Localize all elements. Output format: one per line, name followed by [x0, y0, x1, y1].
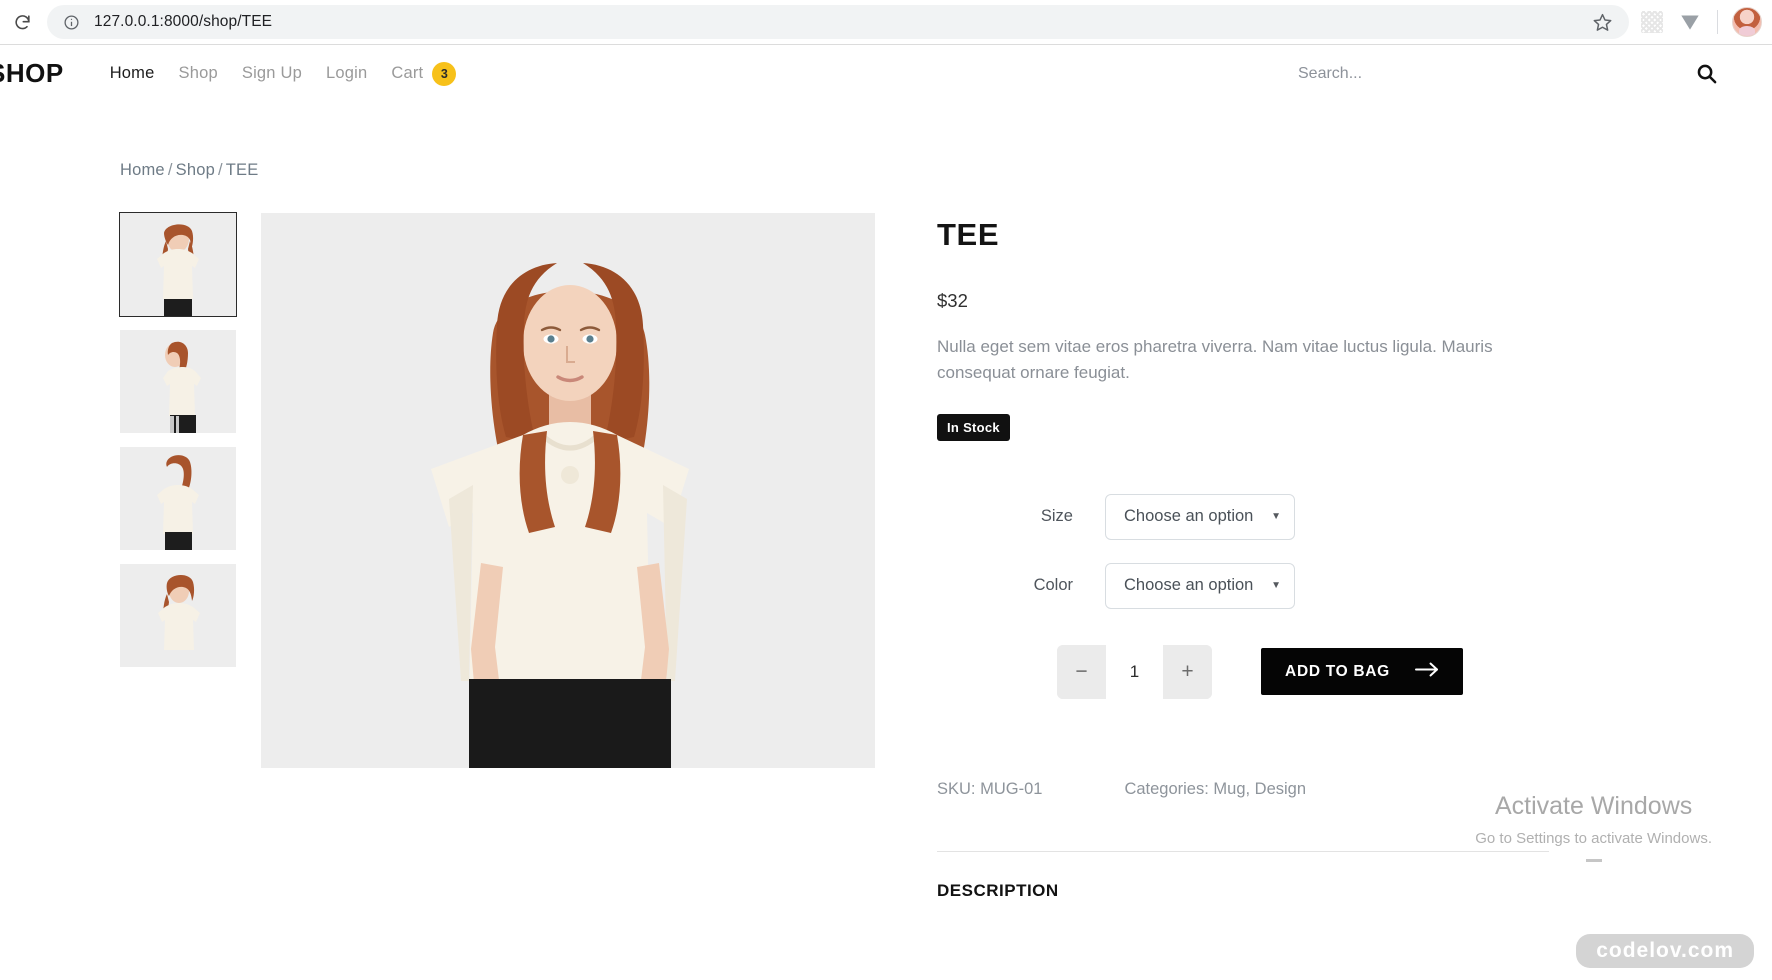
product-short-description: Nulla eget sem vitae eros pharetra viver… — [937, 337, 1493, 383]
reload-icon[interactable] — [5, 5, 39, 39]
add-to-bag-label: ADD TO BAG — [1285, 662, 1390, 680]
breadcrumb-shop[interactable]: Shop — [176, 161, 215, 179]
browser-toolbar: 127.0.0.1:8000/shop/TEE — [0, 0, 1772, 45]
arrow-right-icon — [1414, 662, 1439, 682]
size-select-value: Choose an option — [1124, 507, 1254, 526]
nav-item-login[interactable]: Login — [326, 64, 367, 83]
product-thumb-image-front — [120, 213, 236, 316]
search-button[interactable] — [1670, 54, 1742, 94]
product-categories[interactable]: Categories: Mug, Design — [1124, 780, 1306, 799]
toolbar-divider — [1717, 10, 1718, 34]
cart-label: Cart — [391, 64, 424, 82]
size-select[interactable]: Choose an option ▼ — [1105, 493, 1295, 540]
add-to-bag-button[interactable]: ADD TO BAG — [1261, 648, 1463, 696]
cart-count-badge: 3 — [432, 61, 457, 86]
page-content: Home / Shop / TEE TEE $32 Nulla eget sem… — [0, 101, 1772, 901]
product-meta: SKU: MUG-01 Categories: Mug, Design — [937, 780, 1557, 799]
variation-label-size: Size — [1040, 507, 1073, 526]
quantity-increase-button[interactable]: + — [1163, 644, 1212, 699]
breadcrumb: Home / Shop / TEE — [120, 161, 1772, 180]
product-sku: SKU: MUG-01 — [937, 779, 1043, 798]
section-divider — [937, 850, 1549, 852]
variation-row-size: Size Choose an option ▼ — [937, 493, 1557, 540]
chevron-down-icon[interactable] — [1677, 9, 1703, 35]
site-header: SHOP Home Shop Sign Up Login Cart 3 — [0, 46, 1772, 101]
site-logo[interactable]: SHOP — [0, 58, 64, 89]
product-thumb-image-angle — [120, 564, 236, 667]
product-main-image[interactable] — [261, 213, 875, 768]
product-thumb-image-back — [120, 447, 236, 550]
purchase-controls: − + ADD TO BAG — [1057, 644, 1557, 699]
color-select-value: Choose an option — [1124, 576, 1254, 595]
avatar[interactable] — [1732, 7, 1762, 37]
header-search — [1150, 54, 1772, 94]
main-navigation: Home Shop Sign Up Login Cart 3 — [110, 61, 457, 86]
quantity-input[interactable] — [1106, 644, 1163, 699]
quantity-stepper: − + — [1057, 644, 1212, 699]
status-badge: In Stock — [937, 413, 1010, 441]
thumbnail-gallery — [119, 212, 237, 901]
product-price: $32 — [937, 290, 968, 311]
chevron-down-icon: ▼ — [1271, 580, 1281, 592]
page-title: TEE — [937, 217, 1000, 252]
thumbnail-2[interactable] — [120, 330, 236, 433]
nav-item-home[interactable]: Home — [110, 64, 155, 83]
color-select[interactable]: Choose an option ▼ — [1105, 562, 1295, 609]
search-input[interactable] — [1150, 63, 1670, 84]
thumbnail-4[interactable] — [120, 564, 236, 667]
product-variations: Size Choose an option ▼ Color Choose an … — [937, 493, 1557, 609]
product-main-image-svg — [261, 213, 875, 768]
chevron-down-icon: ▼ — [1271, 511, 1281, 523]
url-text: 127.0.0.1:8000/shop/TEE — [94, 13, 273, 30]
breadcrumb-separator: / — [167, 161, 173, 179]
thumbnail-3[interactable] — [120, 447, 236, 550]
address-bar[interactable]: 127.0.0.1:8000/shop/TEE — [47, 5, 1629, 39]
product-thumb-image-side — [120, 330, 236, 433]
thumbnail-1[interactable] — [119, 212, 237, 317]
variation-label-color: Color — [1033, 576, 1073, 595]
variation-row-color: Color Choose an option ▼ — [937, 562, 1557, 609]
nav-item-cart[interactable]: Cart 3 — [391, 61, 457, 86]
product-detail: TEE $32 Nulla eget sem vitae eros pharet… — [119, 212, 1772, 901]
tab-description[interactable]: DESCRIPTION — [937, 881, 1557, 901]
site-info-icon[interactable] — [63, 14, 80, 31]
product-info: TEE $32 Nulla eget sem vitae eros pharet… — [937, 213, 1557, 901]
extensions-icon[interactable] — [1641, 11, 1663, 33]
breadcrumb-home[interactable]: Home — [120, 161, 165, 179]
browser-action-icons — [1641, 7, 1772, 37]
bookmark-star-icon[interactable] — [1592, 12, 1613, 33]
breadcrumb-current: TEE — [225, 161, 259, 179]
quantity-decrease-button[interactable]: − — [1057, 644, 1106, 699]
nav-item-signup[interactable]: Sign Up — [242, 64, 302, 83]
breadcrumb-separator: / — [217, 161, 223, 179]
nav-item-shop[interactable]: Shop — [179, 64, 218, 83]
site-watermark: codelov.com — [1576, 934, 1754, 968]
